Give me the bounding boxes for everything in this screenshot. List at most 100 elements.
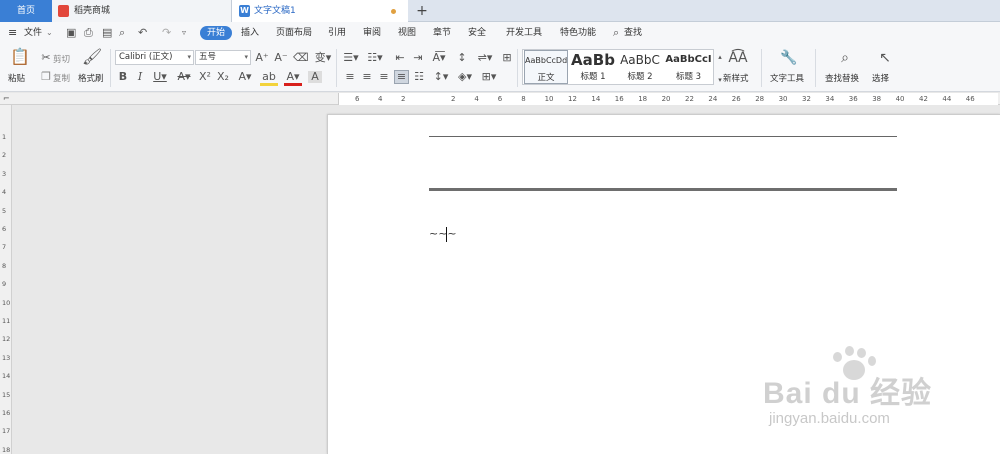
show-marks-icon[interactable]: ⇌▾ <box>476 52 494 64</box>
borders-icon[interactable]: ⊞▾ <box>480 71 498 83</box>
menu-file[interactable]: 文件 <box>24 22 42 44</box>
strikethrough-icon[interactable]: A▾ <box>175 71 193 83</box>
copy-button[interactable]: 复制 <box>53 72 70 84</box>
divider <box>517 49 518 87</box>
menu-page-layout[interactable]: 页面布局 <box>276 22 312 44</box>
wrench-icon[interactable]: 🔧 <box>780 50 798 66</box>
writer-doc-icon: W <box>239 5 250 17</box>
find-replace-button[interactable]: 查找替换 <box>825 72 859 84</box>
cursor-arrow-icon[interactable]: ↖ <box>876 50 894 66</box>
undo-icon[interactable]: ↶ <box>138 22 147 44</box>
highlight-icon[interactable]: ab <box>260 71 278 86</box>
format-painter-button[interactable]: 格式刷 <box>78 72 104 84</box>
export-pdf-icon[interactable]: ⎙ <box>84 22 93 44</box>
superscript-icon[interactable]: X² <box>198 71 212 83</box>
tab-docer-mall[interactable]: 稻壳商城 <box>52 0 232 22</box>
cut-button[interactable]: 剪切 <box>53 53 70 65</box>
style-heading-1[interactable]: AaBb 标题 1 <box>571 50 615 84</box>
ruler-tick-label: 9 <box>2 280 7 289</box>
align-right-icon[interactable]: ≡ <box>377 71 391 83</box>
phonetic-guide-icon[interactable]: 变▾ <box>313 52 333 64</box>
justify-icon[interactable]: ≡ <box>394 70 409 84</box>
format-painter-icon[interactable]: 🖌 <box>82 48 102 66</box>
table-borders-icon[interactable]: ⊞ <box>500 52 514 64</box>
align-center-icon[interactable]: ≡ <box>360 71 374 83</box>
search-icon[interactable]: ⌕ <box>613 22 619 44</box>
decrease-indent-icon[interactable]: ⇤ <box>393 52 407 64</box>
menu-view[interactable]: 视图 <box>398 22 416 44</box>
clear-format-icon[interactable]: ⌫ <box>293 52 309 64</box>
ruler-tick-label: 15 <box>2 390 11 399</box>
baidu-jingyan-watermark: Bai du 经验 jingyan.baidu.com <box>755 340 995 435</box>
numbered-list-icon[interactable]: ☷▾ <box>366 52 384 64</box>
text-tools-button[interactable]: 文字工具 <box>770 72 804 84</box>
hamburger-menu-icon[interactable]: ≡ <box>8 22 17 44</box>
font-name-select[interactable]: Calibri (正文) ▾ <box>115 50 194 65</box>
ruler-tick-label: 46 <box>965 95 975 103</box>
tab-document[interactable]: W 文字文稿1 <box>232 0 408 22</box>
scissors-icon[interactable]: ✂ <box>40 52 52 64</box>
bold-icon[interactable]: B <box>117 71 129 83</box>
tab-home[interactable]: 首页 <box>0 0 52 22</box>
print-icon[interactable]: ▤ <box>102 22 112 44</box>
gallery-scroll-up-icon[interactable]: ▴ <box>716 51 724 63</box>
shading-icon[interactable]: ◈▾ <box>456 71 474 83</box>
style-normal[interactable]: AaBbCcDd 正文 <box>524 50 568 84</box>
style-preview: AaBbCcI <box>665 54 712 65</box>
increase-indent-icon[interactable]: ⇥ <box>411 52 425 64</box>
horizontal-rule-thin <box>429 136 897 137</box>
menu-developer-tools[interactable]: 开发工具 <box>506 22 542 44</box>
menu-insert[interactable]: 插入 <box>241 22 259 44</box>
character-shading-icon[interactable]: A <box>308 71 322 83</box>
ruler-tick-label: 4 <box>2 188 7 197</box>
horizontal-ruler[interactable]: ⌐ 6 4 2 2 4 6 8 10 12 14 16 18 20 22 24 26 28 30 32 34 36 38 4… <box>0 93 1000 105</box>
watermark-brand: Bai du 经验 <box>763 377 933 410</box>
chevron-down-icon: ▾ <box>187 53 191 61</box>
font-color-icon[interactable]: A▾ <box>284 71 302 86</box>
line-spacing-icon[interactable]: ↕▾ <box>432 71 450 83</box>
style-preview: AaBbC <box>620 53 660 67</box>
font-size-select[interactable]: 五号 ▾ <box>195 50 251 65</box>
ruler-tick-label: 3 <box>2 169 7 178</box>
redo-icon[interactable]: ↷ <box>162 22 171 44</box>
text-effect-icon[interactable]: A▾ <box>236 71 254 83</box>
save-icon[interactable]: ▣ <box>66 22 76 44</box>
distribute-icon[interactable]: ☷ <box>412 71 426 83</box>
style-heading-2[interactable]: AaBbC 标题 2 <box>617 50 663 84</box>
menu-search[interactable]: 查找 <box>624 22 642 44</box>
subscript-icon[interactable]: X₂ <box>216 71 230 83</box>
ruler-toggle-icon[interactable]: ⌐ <box>3 93 10 105</box>
select-button[interactable]: 选择 <box>872 72 889 84</box>
chevron-down-icon[interactable]: ⌄ <box>46 22 53 44</box>
paste-icon[interactable]: 📋 <box>10 48 30 66</box>
shrink-font-icon[interactable]: A⁻ <box>274 52 288 64</box>
new-tab-button[interactable]: + <box>412 0 432 22</box>
grow-font-icon[interactable]: A⁺ <box>255 52 269 64</box>
new-style-icon[interactable]: A͡A <box>728 50 748 66</box>
find-icon[interactable]: ⌕ <box>836 50 854 66</box>
menu-review[interactable]: 审阅 <box>363 22 381 44</box>
menu-start[interactable]: 开始 <box>200 26 233 40</box>
ruler-tick-label: 18 <box>638 95 648 103</box>
italic-icon[interactable]: I <box>134 71 146 83</box>
print-preview-icon[interactable]: ⌕ <box>119 22 125 44</box>
ruler-tick-label: 44 <box>942 95 952 103</box>
sort-icon[interactable]: ↕ <box>455 52 469 64</box>
bullet-list-icon[interactable]: ☰▾ <box>342 52 360 64</box>
copy-icon[interactable]: ❐ <box>40 71 52 83</box>
tab-bar: 首页 稻壳商城 W 文字文稿1 + <box>0 0 1000 22</box>
customize-toolbar-icon[interactable]: ▿ <box>182 22 186 44</box>
chinese-layout-icon[interactable]: A͞▾ <box>430 52 448 64</box>
style-heading-3[interactable]: AaBbCcI 标题 3 <box>664 50 713 84</box>
ruler-tick-label: 12 <box>568 95 577 103</box>
menu-security[interactable]: 安全 <box>468 22 486 44</box>
underline-icon[interactable]: U▾ <box>151 71 169 83</box>
menu-chapter[interactable]: 章节 <box>433 22 451 44</box>
align-left-icon[interactable]: ≡ <box>343 71 357 83</box>
new-style-button[interactable]: 新样式 <box>723 72 749 84</box>
paste-button[interactable]: 粘贴 <box>8 72 25 84</box>
document-text[interactable]: ~~~ <box>429 227 457 241</box>
menu-references[interactable]: 引用 <box>328 22 346 44</box>
vertical-ruler[interactable]: 1 2 3 4 5 6 7 8 9 10 11 12 13 14 15 16 17 18 <box>0 105 12 454</box>
menu-special-features[interactable]: 特色功能 <box>560 22 596 44</box>
